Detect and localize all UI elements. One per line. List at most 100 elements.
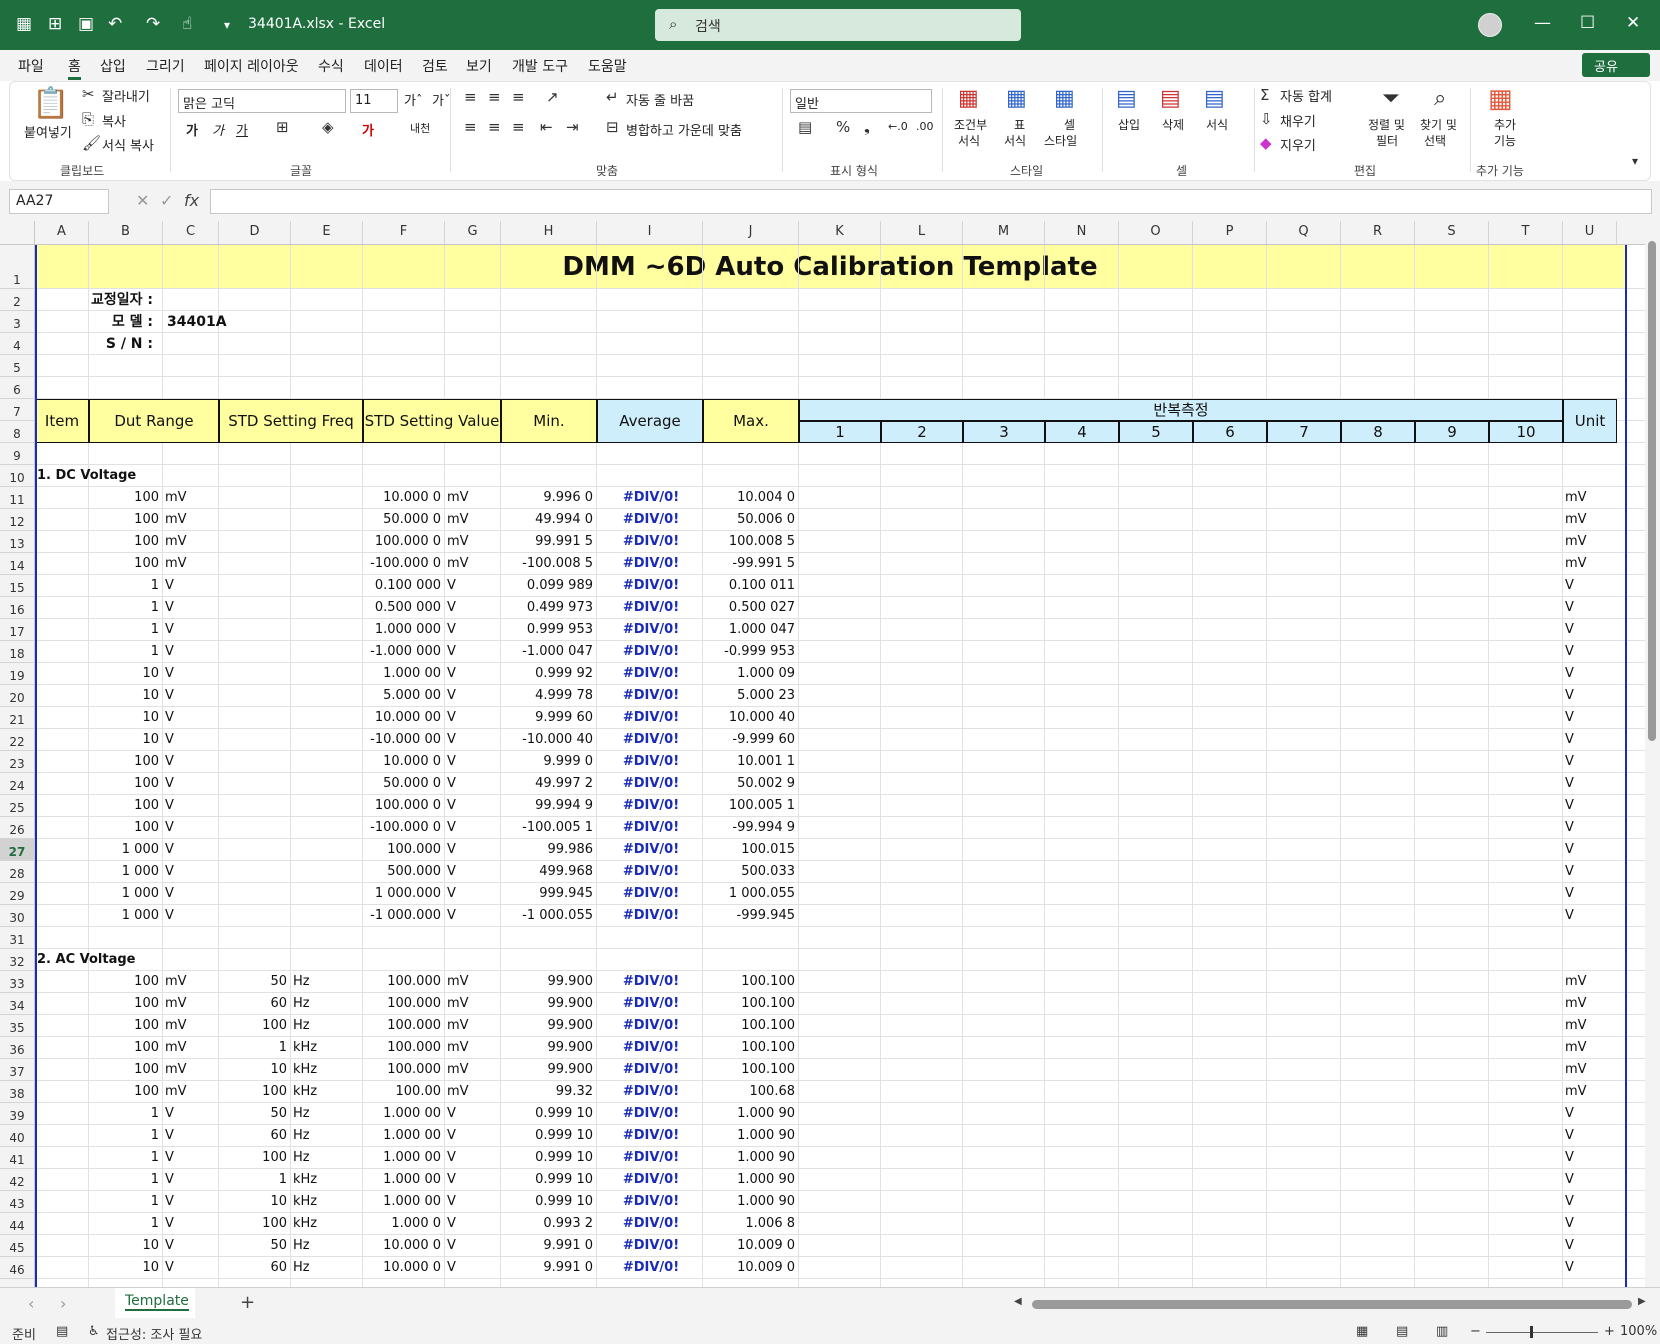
- addins-label-1[interactable]: 추가: [1494, 116, 1516, 133]
- search-box[interactable]: ⌕ 검색: [655, 9, 1021, 41]
- row-header[interactable]: 38: [0, 1081, 34, 1103]
- row-header[interactable]: 5: [0, 355, 34, 377]
- next-sheet-icon[interactable]: ›: [60, 1294, 66, 1313]
- row-header[interactable]: 47: [0, 1279, 34, 1287]
- font-name-select[interactable]: 맑은 고딕: [178, 89, 346, 113]
- redo-icon[interactable]: ↷: [146, 14, 160, 34]
- format-table-label-1[interactable]: 표: [1014, 116, 1025, 133]
- row-header[interactable]: 31: [0, 927, 34, 949]
- row-header[interactable]: 34: [0, 993, 34, 1015]
- row-header[interactable]: 36: [0, 1037, 34, 1059]
- tab-page-layout[interactable]: 페이지 레이아웃: [204, 56, 299, 76]
- scroll-left-icon[interactable]: ◀: [1014, 1296, 1022, 1307]
- decrease-font-icon[interactable]: 가ˇ: [432, 90, 450, 109]
- decrease-indent-icon[interactable]: ⇤: [540, 118, 553, 136]
- touch-mode-icon[interactable]: ☝: [182, 14, 192, 34]
- column-header-m[interactable]: M: [963, 221, 1045, 244]
- bold-icon[interactable]: 가: [186, 120, 198, 139]
- format-cells-button[interactable]: 서식: [1206, 116, 1228, 133]
- name-box[interactable]: AA27: [9, 189, 109, 214]
- cell-styles-label-1[interactable]: 셀: [1064, 116, 1075, 133]
- align-top-icon[interactable]: ≡: [464, 88, 477, 106]
- increase-indent-icon[interactable]: ⇥: [566, 118, 579, 136]
- paste-icon[interactable]: 📋: [32, 86, 69, 121]
- column-header-h[interactable]: H: [501, 221, 597, 244]
- row-header[interactable]: 23: [0, 751, 34, 773]
- minimize-icon[interactable]: —: [1534, 13, 1551, 33]
- row-header[interactable]: 17: [0, 619, 34, 641]
- vertical-scrollbar[interactable]: [1645, 221, 1660, 1287]
- save-icon[interactable]: ▣: [78, 14, 94, 34]
- row-header[interactable]: 1: [0, 245, 34, 289]
- increase-decimal-icon[interactable]: ←.0: [888, 120, 908, 133]
- zoom-out-icon[interactable]: −: [1470, 1324, 1481, 1339]
- select-all-corner[interactable]: [0, 221, 35, 244]
- fill-color-icon[interactable]: ◈: [322, 118, 334, 136]
- row-header[interactable]: 18: [0, 641, 34, 663]
- column-header-u[interactable]: U: [1563, 221, 1617, 244]
- tab-insert[interactable]: 삽입: [100, 56, 126, 76]
- cancel-icon[interactable]: ✕: [136, 191, 149, 210]
- font-size-select[interactable]: 11: [350, 89, 398, 113]
- tab-draw[interactable]: 그리기: [146, 56, 185, 76]
- zoom-slider[interactable]: [1486, 1332, 1598, 1333]
- zoom-in-icon[interactable]: +: [1604, 1324, 1615, 1339]
- row-header[interactable]: 40: [0, 1125, 34, 1147]
- column-header-r[interactable]: R: [1341, 221, 1415, 244]
- sort-filter-label-1[interactable]: 정렬 및: [1368, 116, 1405, 133]
- delete-cells-button[interactable]: 삭제: [1162, 116, 1184, 133]
- row-header[interactable]: 10: [0, 465, 34, 487]
- row-header[interactable]: 39: [0, 1103, 34, 1125]
- tab-view[interactable]: 보기: [466, 56, 492, 76]
- column-header-n[interactable]: N: [1045, 221, 1119, 244]
- row-header[interactable]: 22: [0, 729, 34, 751]
- share-button[interactable]: 공유: [1582, 53, 1650, 77]
- row-header[interactable]: 43: [0, 1191, 34, 1213]
- column-header-f[interactable]: F: [363, 221, 445, 244]
- row-header[interactable]: 26: [0, 817, 34, 839]
- orientation-icon[interactable]: ↗: [546, 88, 559, 106]
- cut-button[interactable]: 잘라내기: [102, 86, 150, 105]
- tab-developer[interactable]: 개발 도구: [512, 56, 568, 76]
- align-left-icon[interactable]: ≡: [464, 118, 477, 136]
- column-header-p[interactable]: P: [1193, 221, 1267, 244]
- page-layout-view-icon[interactable]: ▤: [1396, 1324, 1408, 1339]
- formula-input[interactable]: [210, 189, 1652, 214]
- column-header-q[interactable]: Q: [1267, 221, 1341, 244]
- add-sheet-icon[interactable]: +: [240, 1292, 255, 1313]
- conditional-format-label-1[interactable]: 조건부: [954, 116, 987, 133]
- increase-font-icon[interactable]: 가ˆ: [404, 90, 422, 109]
- zoom-level[interactable]: 100%: [1620, 1324, 1657, 1339]
- column-header-i[interactable]: I: [597, 221, 703, 244]
- row-header[interactable]: 11: [0, 487, 34, 509]
- row-header[interactable]: 30: [0, 905, 34, 927]
- row-header[interactable]: 46: [0, 1257, 34, 1279]
- insert-cells-button[interactable]: 삽입: [1118, 116, 1140, 133]
- italic-icon[interactable]: 가: [212, 120, 224, 139]
- column-header-s[interactable]: S: [1415, 221, 1489, 244]
- column-header-k[interactable]: K: [799, 221, 881, 244]
- wrap-text-button[interactable]: 자동 줄 바꿈: [626, 90, 694, 109]
- row-header[interactable]: 20: [0, 685, 34, 707]
- conditional-format-label-2[interactable]: 서식: [958, 132, 980, 149]
- merge-center-button[interactable]: 병합하고 가운데 맞춤: [626, 120, 742, 139]
- cell-styles-label-2[interactable]: 스타일: [1044, 132, 1077, 149]
- row-header[interactable]: 12: [0, 509, 34, 531]
- tab-data[interactable]: 데이터: [364, 56, 403, 76]
- row-header[interactable]: 27: [0, 839, 34, 861]
- clear-button[interactable]: 지우기: [1280, 135, 1316, 154]
- percent-icon[interactable]: %: [836, 118, 850, 136]
- row-header[interactable]: 7: [0, 399, 34, 421]
- column-header-e[interactable]: E: [291, 221, 363, 244]
- row-header[interactable]: 14: [0, 553, 34, 575]
- tab-review[interactable]: 검토: [422, 56, 448, 76]
- macro-record-icon[interactable]: ▤: [56, 1324, 68, 1339]
- column-header-c[interactable]: C: [163, 221, 219, 244]
- row-header[interactable]: 19: [0, 663, 34, 685]
- accessibility-status[interactable]: 접근성: 조사 필요: [106, 1324, 202, 1343]
- phonetic-icon[interactable]: 내천: [410, 120, 430, 136]
- normal-view-icon[interactable]: ▦: [1356, 1324, 1368, 1339]
- row-header[interactable]: 3: [0, 311, 34, 333]
- row-header[interactable]: 28: [0, 861, 34, 883]
- row-header[interactable]: 44: [0, 1213, 34, 1235]
